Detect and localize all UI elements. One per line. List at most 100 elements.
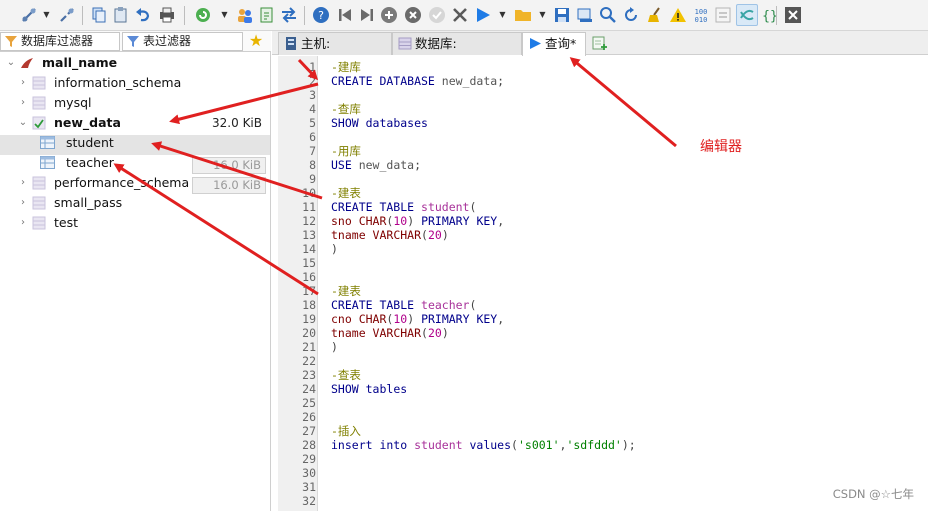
tree-db-label: mysql [54, 95, 92, 110]
tab-database[interactable]: 数据库: new_data [392, 32, 522, 72]
execute-icon[interactable] [474, 6, 492, 24]
code-line: SHOW databases [331, 116, 428, 130]
check-icon[interactable] [428, 6, 446, 24]
save-icon[interactable] [553, 6, 571, 24]
chevron-down-icon[interactable]: ⌄ [18, 113, 28, 133]
tree-db-performance-schema[interactable]: › performance_schema [18, 173, 268, 193]
copy-icon[interactable] [90, 6, 108, 24]
export-icon[interactable] [258, 6, 276, 24]
tree-root-mall-name[interactable]: ⌄ mall_name [6, 53, 266, 73]
chevron-right-icon[interactable]: › [18, 93, 28, 113]
binary-icon[interactable]: 100 010 [692, 6, 710, 24]
chevron-down-icon[interactable]: ⌄ [6, 53, 16, 73]
refresh-query-icon[interactable] [622, 6, 640, 24]
dolphin-icon [21, 58, 33, 68]
remove-icon[interactable] [404, 6, 422, 24]
line-number: 24 [302, 382, 316, 396]
tree-db-label: information_schema [54, 75, 182, 90]
tab-bar: 主机: 127.0.0.1 数据库: new_data 查询* [272, 31, 928, 72]
cancel-icon[interactable] [451, 6, 469, 24]
sql-editor[interactable]: 1 2 3 4 5 6 7 8 9 10 11 12 13 14 15 16 17 18 19 20 21 22 23 24 2… [272, 56, 928, 511]
paste-icon[interactable] [112, 6, 130, 24]
chevron-down-icon[interactable]: ▼ [220, 9, 229, 21]
favorites-star-icon[interactable]: ★ [247, 32, 265, 50]
code-line: CREATE TABLE teacher( [331, 298, 477, 312]
code-line: ) [331, 340, 338, 354]
code-line: -查表 [331, 368, 361, 382]
clean-icon[interactable] [646, 6, 664, 24]
line-number: 29 [302, 452, 316, 466]
tree-table-student[interactable]: student [40, 133, 270, 153]
search-icon[interactable] [599, 6, 617, 24]
line-number: 17 [302, 284, 316, 298]
line-number: 32 [302, 494, 316, 508]
tab-query[interactable]: 查询* [522, 32, 586, 56]
tab-host[interactable]: 主机: 127.0.0.1 [278, 32, 392, 72]
database-active-icon [32, 116, 46, 130]
line-number: 8 [309, 158, 316, 172]
tree-db-test[interactable]: › test [18, 213, 268, 233]
svg-text:100: 100 [695, 8, 708, 16]
chevron-down-icon[interactable]: ▼ [498, 9, 507, 21]
folder-icon[interactable] [514, 6, 532, 24]
tree-db-label: new_data [54, 115, 121, 130]
code-line: -插入 [331, 424, 361, 438]
new-query-tab-icon[interactable] [592, 35, 608, 51]
line-number: 1 [309, 60, 316, 74]
users-icon[interactable] [236, 6, 254, 24]
filter-icon [127, 36, 139, 47]
transfer-icon[interactable] [280, 6, 298, 24]
toolbar-separator [82, 6, 83, 25]
last-icon[interactable] [358, 6, 376, 24]
chevron-right-icon[interactable]: › [18, 213, 28, 233]
help-icon[interactable]: ? [312, 6, 330, 24]
print-icon[interactable] [158, 6, 176, 24]
line-number: 18 [302, 298, 316, 312]
chevron-right-icon[interactable]: › [18, 73, 28, 93]
line-number: 28 [302, 438, 316, 452]
tree-table-teacher[interactable]: teacher [40, 153, 270, 173]
sync-icon[interactable] [738, 6, 756, 24]
disconnect-icon[interactable] [58, 6, 76, 24]
line-number: 16 [302, 270, 316, 284]
tree-db-small-pass[interactable]: › small_pass [18, 193, 268, 213]
tree-table-label: teacher [66, 155, 114, 170]
tree-db-label: small_pass [54, 195, 123, 210]
connect-icon[interactable] [20, 6, 38, 24]
code-line: sno CHAR(10) PRIMARY KEY, [331, 214, 505, 228]
svg-text:?: ? [318, 9, 324, 22]
code-line: CREATE TABLE student( [331, 200, 477, 214]
undo-icon[interactable] [134, 6, 152, 24]
database-filter-input[interactable]: 数据库过滤器 [0, 32, 120, 51]
tree-db-new-data[interactable]: ⌄ new_data 32.0 KiB [18, 113, 268, 133]
save-as-icon[interactable] [576, 6, 594, 24]
line-number: 5 [309, 116, 316, 130]
line-number: 15 [302, 256, 316, 270]
database-navigator: 数据库过滤器 表过滤器 ★ ⌄ mall_name › information_… [0, 31, 271, 511]
code-line: SHOW tables [331, 382, 408, 396]
line-number: 4 [309, 102, 316, 116]
table-icon [40, 136, 55, 149]
tree-db-information-schema[interactable]: › information_schema [18, 73, 268, 93]
table-filter-input[interactable]: 表过滤器 [122, 32, 243, 51]
sync-icon[interactable] [714, 6, 732, 24]
tree-db-mysql[interactable]: › mysql [18, 93, 268, 113]
chevron-right-icon[interactable]: › [18, 173, 28, 193]
warning-icon[interactable] [669, 6, 687, 24]
close-icon[interactable] [784, 6, 802, 24]
play-icon [530, 38, 541, 49]
line-number: 22 [302, 354, 316, 368]
line-number: 20 [302, 326, 316, 340]
refresh-icon[interactable] [194, 6, 212, 24]
chevron-right-icon[interactable]: › [18, 193, 28, 213]
tab-query-label: 查询* [545, 36, 577, 51]
chevron-down-icon[interactable]: ▼ [538, 9, 547, 21]
server-icon [286, 37, 296, 50]
chevron-down-icon[interactable]: ▼ [42, 9, 51, 21]
code-line: tname VARCHAR(20) [331, 326, 449, 340]
tree-db-label: performance_schema [54, 175, 190, 190]
first-icon[interactable] [336, 6, 354, 24]
line-number: 2 [309, 74, 316, 88]
add-icon[interactable] [380, 6, 398, 24]
db-size: 32.0 KiB [212, 116, 262, 130]
